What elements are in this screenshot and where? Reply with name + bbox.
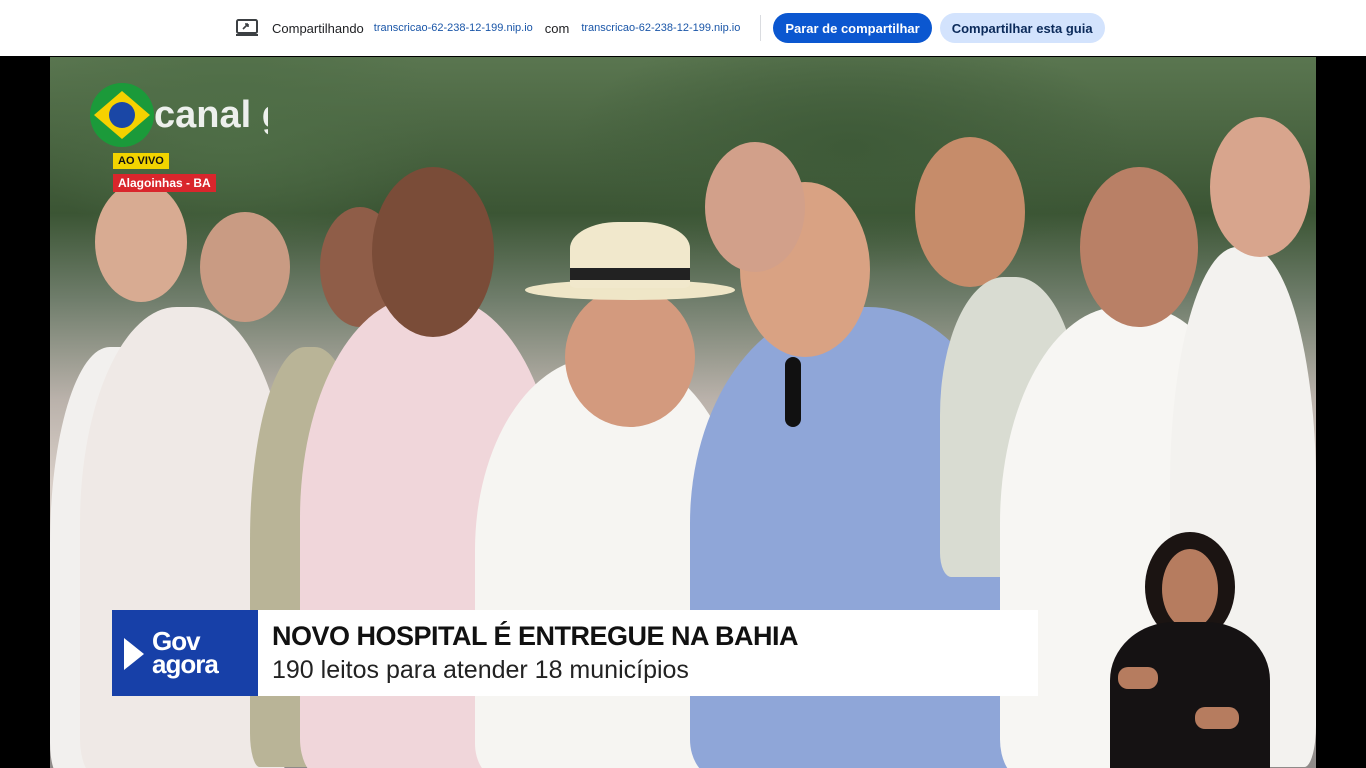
lower-third-banner: Gov agora NOVO HOSPITAL É ENTREGUE NA BA… [112, 610, 1038, 696]
person-head [1080, 167, 1198, 327]
target-url: transcricao-62-238-12-199.nip.io [581, 22, 741, 34]
lower-third-text: NOVO HOSPITAL É ENTREGUE NA BAHIA 190 le… [258, 610, 1038, 696]
person-head [705, 142, 805, 272]
subheadline: 190 leitos para atender 18 municípios [272, 656, 689, 684]
shared-url: transcricao-62-238-12-199.nip.io [373, 22, 533, 34]
video-player[interactable]: canal gov AO VIVO Alagoinhas - BA Gov ag… [50, 57, 1316, 768]
program-logo: Gov agora [112, 610, 258, 696]
program-name-line2: agora [152, 649, 219, 679]
person-head [915, 137, 1025, 287]
sign-language-interpreter [1100, 527, 1280, 768]
person-head [1210, 117, 1310, 257]
person-head [95, 182, 187, 302]
hat [525, 222, 735, 302]
person-head [565, 287, 695, 427]
location-badge: Alagoinhas - BA [113, 174, 216, 192]
screen-share-bar: Compartilhando transcricao-62-238-12-199… [0, 0, 1366, 56]
logo-text: canal gov [154, 94, 268, 136]
screen-share-icon [236, 19, 258, 37]
person-head [372, 167, 494, 337]
live-badge: AO VIVO [113, 153, 169, 169]
stop-sharing-button[interactable]: Parar de compartilhar [773, 13, 932, 43]
channel-logo: canal gov [88, 81, 329, 151]
sharing-label: Compartilhando [272, 20, 364, 36]
share-this-tab-button[interactable]: Compartilhar esta guia [939, 13, 1105, 43]
person-head [200, 212, 290, 322]
with-label: com [544, 20, 570, 36]
chevron-right-icon [124, 638, 144, 670]
divider [760, 15, 762, 41]
microphone-icon [785, 357, 801, 427]
headline: NOVO HOSPITAL É ENTREGUE NA BAHIA [272, 621, 799, 651]
